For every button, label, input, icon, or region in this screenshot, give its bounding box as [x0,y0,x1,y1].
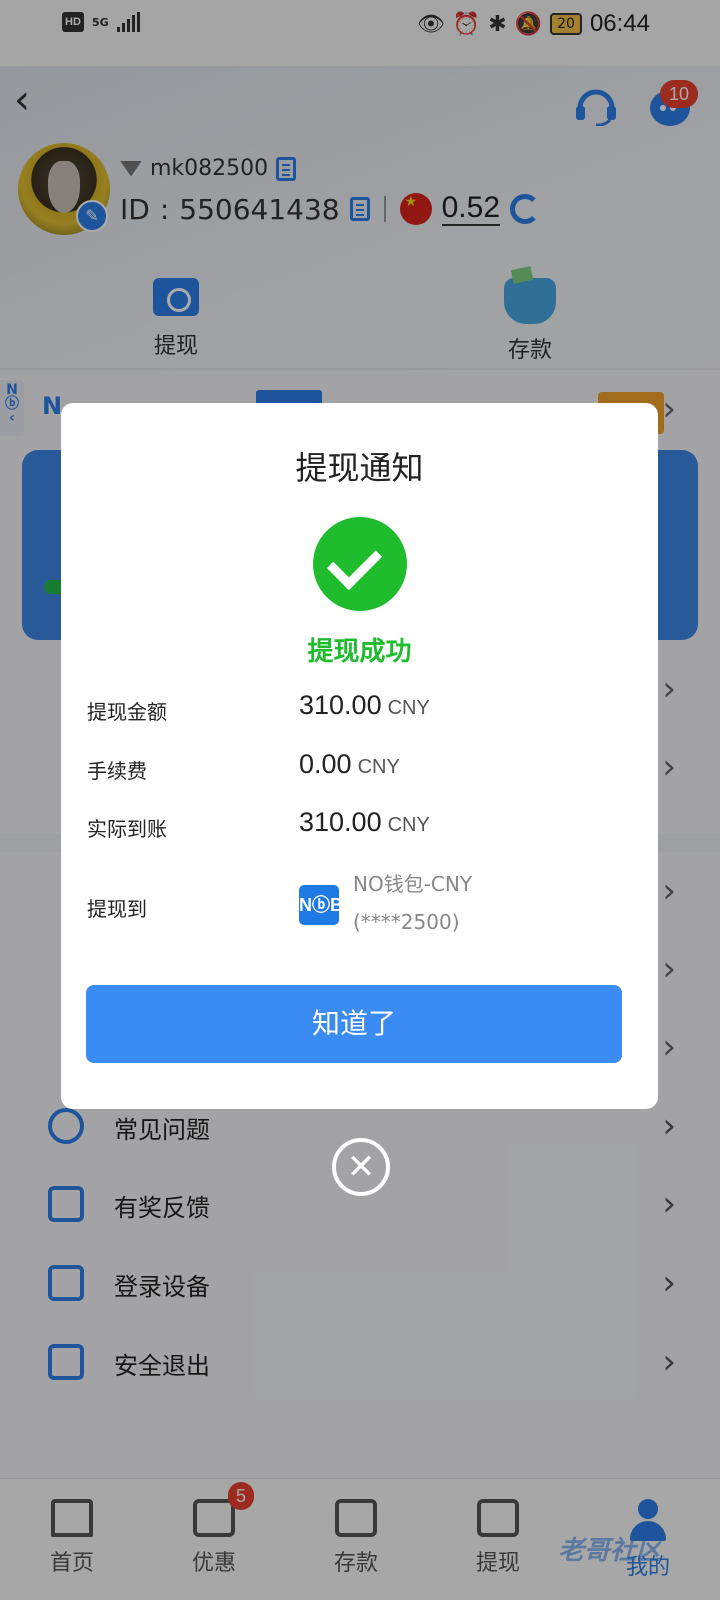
row-value: 0.00 [299,749,352,779]
dialog-title: 提现通知 [295,449,424,487]
profile-page: HD 5G 👁 ⏰ ✱ 🔕 20 06:44 ‹ 10 ✎ mk082500 I… [0,0,720,1600]
amount-row: 提现金额 310.00 CNY [87,688,647,728]
success-check-icon [313,517,407,611]
row-unit: CNY [357,756,400,778]
wallet-account: (****2500) [353,910,460,934]
got-it-button[interactable]: 知道了 [86,985,622,1063]
row-label: 提现到 [87,897,147,921]
wallet-info: NO钱包-CNY (****2500) [353,865,472,941]
row-value: 310.00 [299,690,382,720]
row-value: 310.00 [299,807,382,837]
fee-row: 手续费 0.00 CNY [87,747,647,787]
row-unit: CNY [387,697,430,719]
status-text: 提现成功 [307,637,412,667]
row-unit: CNY [387,814,430,836]
withdraw-notice-dialog: 提现通知 提现成功 提现金额 310.00 CNY 手续费 0.00 CNY 实际到… [61,403,658,1109]
wallet-name: NO钱包-CNY [353,872,473,896]
received-row: 实际到账 310.00 CNY [87,805,647,845]
row-label: 手续费 [87,759,147,783]
row-label: 提现金额 [87,700,167,724]
destination-row: 提现到 NⓑB NO钱包-CNY (****2500) [87,872,647,934]
row-label: 实际到账 [87,817,167,841]
no-wallet-logo-icon: NⓑB [299,885,343,925]
close-icon[interactable]: ✕ [332,1138,390,1196]
